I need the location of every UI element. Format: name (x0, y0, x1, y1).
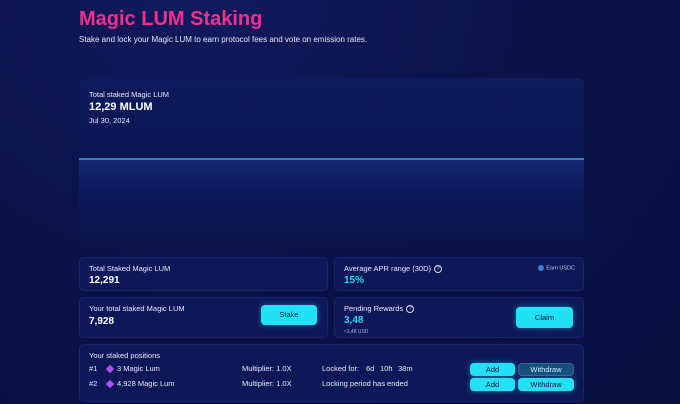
staking-chart (79, 158, 584, 160)
position-row: #1 3 Magic Lum Multiplier: 1.0X Locked f… (80, 363, 583, 376)
position-index: #2 (89, 379, 98, 388)
pending-usd: ≈3,48 USD (344, 329, 369, 335)
position-lock-minutes: 38m (398, 364, 413, 373)
info-icon[interactable]: ? (434, 265, 442, 274)
position-amount: 4,928 Magic Lum (117, 379, 175, 388)
apr-label: Average APR range (30D) (344, 264, 431, 273)
chart-date: Jul 30, 2024 (89, 116, 130, 125)
add-button[interactable]: Add (470, 363, 515, 376)
position-index: #1 (89, 364, 98, 373)
usdc-icon (538, 265, 545, 271)
position-multiplier: Multiplier: 1.0X (242, 379, 292, 388)
position-lock-label: Locked for: (322, 364, 360, 373)
your-staked-label: Your total staked Magic LUM (89, 304, 185, 313)
apr-value: 15% (344, 275, 365, 286)
staked-positions-card: Your staked positions #1 3 Magic Lum Mul… (79, 344, 584, 402)
position-lock-hours: 10h (380, 364, 393, 373)
position-lock-days: 6d (366, 364, 375, 373)
withdraw-button[interactable]: Withdraw (518, 363, 574, 376)
your-staked-value: 7,928 (89, 316, 115, 327)
stake-button[interactable]: Stake (261, 305, 317, 325)
your-staked-card: Your total staked Magic LUM 7,928 Stake (79, 297, 328, 338)
position-row: #2 4,928 Magic Lum Multiplier: 1.0X Lock… (80, 378, 583, 391)
pending-label-wrap: Pending Rewards? (344, 304, 415, 314)
withdraw-button[interactable]: Withdraw (518, 378, 574, 391)
earn-usdc-label: Earn USDC (546, 265, 575, 272)
info-icon[interactable]: ? (406, 305, 415, 314)
page: Magic LUM Staking Stake and lock your Ma… (0, 0, 680, 404)
staking-chart-card: Total staked Magic LUM 12,29 MLUM Jul 30… (79, 78, 584, 246)
position-amount: 3 Magic Lum (117, 364, 160, 373)
position-lock-status: Locking period has ended (322, 379, 408, 388)
magic-lum-icon (105, 364, 115, 374)
apr-card: Average APR range (30D)? 15% Earn USDC (334, 257, 584, 291)
total-staked-value: 12,291 (89, 275, 120, 286)
earn-usdc: Earn USDC (538, 265, 575, 271)
chart-value: 12,29 MLUM (89, 101, 153, 113)
total-staked-label: Total Staked Magic LUM (89, 264, 171, 273)
pending-label: Pending Rewards (344, 304, 404, 313)
chart-label: Total staked Magic LUM (89, 90, 170, 99)
position-amount-wrap: 3 Magic Lum (105, 364, 160, 374)
page-title: Magic LUM Staking (79, 8, 263, 30)
claim-button[interactable]: Claim (516, 307, 573, 328)
pending-rewards-card: Pending Rewards? 3,48 ≈3,48 USD Claim (334, 297, 584, 338)
position-multiplier: Multiplier: 1.0X (242, 364, 292, 373)
positions-title: Your staked positions (89, 351, 161, 360)
page-subtitle: Stake and lock your Magic LUM to earn pr… (79, 35, 368, 44)
add-button[interactable]: Add (470, 378, 515, 391)
pending-value: 3,48 (344, 315, 364, 326)
magic-lum-icon (105, 379, 115, 389)
position-amount-wrap: 4,928 Magic Lum (105, 379, 175, 389)
total-staked-card: Total Staked Magic LUM 12,291 (79, 257, 328, 291)
apr-label-wrap: Average APR range (30D)? (344, 264, 442, 274)
